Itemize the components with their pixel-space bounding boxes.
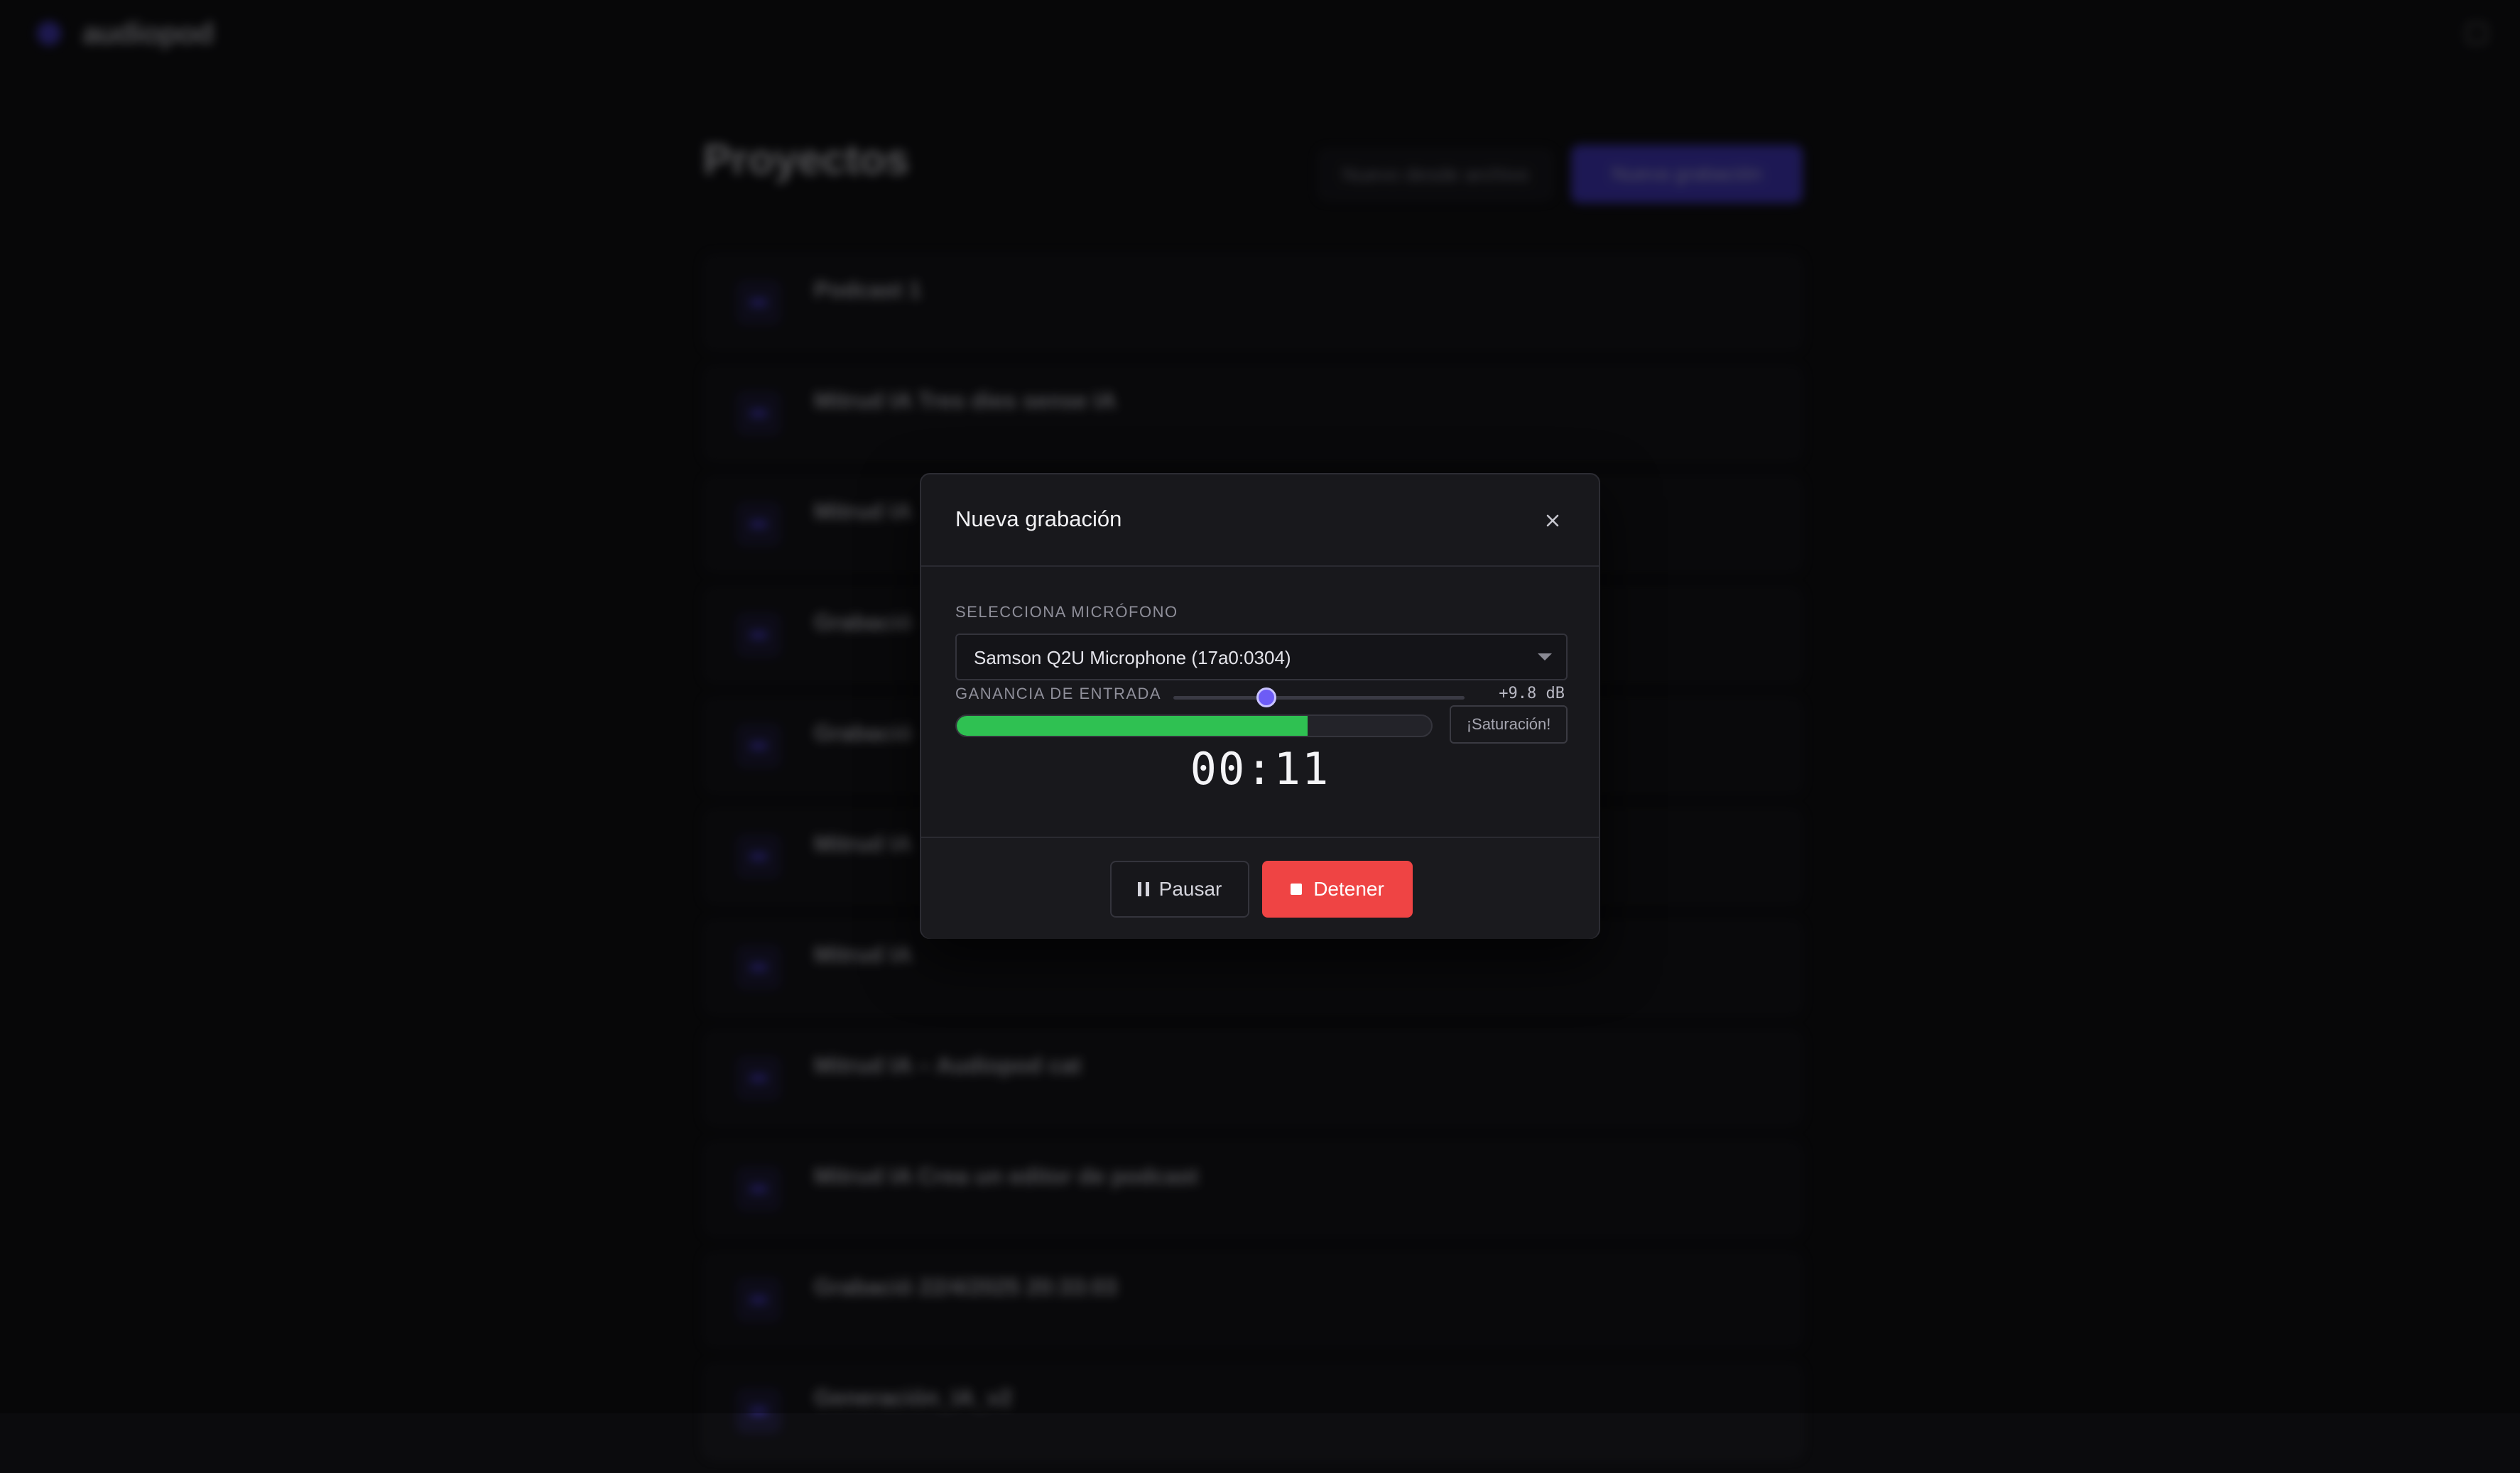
close-icon [1546,514,1559,527]
new-recording-modal: Nueva grabación SELECCIONA MICRÓFONO Sam… [920,473,1600,939]
gain-label: GANANCIA DE ENTRADA [955,685,1162,702]
modal-title: Nueva grabación [955,506,1122,531]
modal-footer: Pausar Detener [921,837,1599,939]
microphone-select[interactable]: Samson Q2U Microphone (17a0:0304) [955,634,1568,680]
gain-value: +9.8 dB [1499,685,1565,702]
close-button[interactable] [1542,510,1563,531]
pause-button[interactable]: Pausar [1110,861,1249,918]
stop-icon [1291,884,1303,895]
microphone-value: Samson Q2U Microphone (17a0:0304) [974,647,1291,668]
modal-header: Nueva grabación [921,474,1599,567]
chevron-down-icon [1538,653,1552,661]
clip-indicator: ¡Saturación! [1450,705,1568,744]
pause-label: Pausar [1158,878,1222,900]
stop-button[interactable]: Detener [1262,861,1413,918]
slider-thumb[interactable] [1256,687,1277,707]
level-meter [955,714,1433,737]
recording-timer: 00:11 [1190,743,1330,795]
slider-track [1173,696,1465,700]
stop-label: Detener [1313,878,1384,900]
mic-label: SELECCIONA MICRÓFONO [955,603,1178,621]
gain-slider[interactable] [1173,687,1465,707]
pause-icon [1137,882,1149,896]
level-meter-fill [957,716,1308,736]
